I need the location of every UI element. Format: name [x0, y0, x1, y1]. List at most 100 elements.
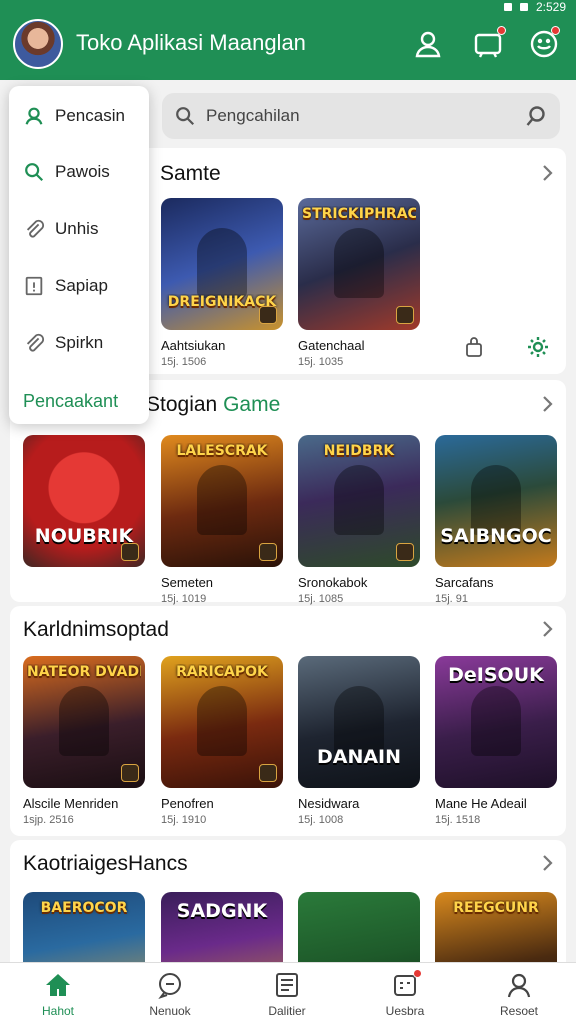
game-thumbnail: DeISOUK: [435, 656, 557, 788]
menu-footer-link[interactable]: Pencaakant: [23, 391, 118, 412]
chevron-right-icon[interactable]: [541, 164, 555, 182]
game-meta: 15j. 1019: [161, 593, 207, 605]
nav-item-calendar[interactable]: Uesbra: [355, 963, 455, 1024]
game-thumbnail: DREIGNIKACK: [161, 198, 283, 330]
person-outline-icon: [23, 105, 45, 127]
game-thumbnail: SADGNK: [161, 892, 283, 962]
game-thumbnail: NEIDBRK: [298, 435, 420, 567]
menu-item-label: Pawois: [55, 162, 110, 181]
menu-item-unhis[interactable]: Unhis: [9, 204, 149, 254]
notification-badge: [413, 969, 422, 978]
game-thumbnail: REEGCUNR: [435, 892, 557, 962]
menu-item-label: Unhis: [55, 219, 99, 238]
thumbnail-title: SADGNK: [176, 900, 268, 922]
game-name: Sarcafans: [435, 575, 494, 590]
nav-item-profile[interactable]: Resoet: [469, 963, 569, 1024]
nav-item-documents[interactable]: Dalitier: [237, 963, 337, 1024]
badge-icon: [259, 764, 277, 782]
menu-item-pencasin[interactable]: Pencasin: [9, 91, 149, 141]
game-card[interactable]: BAEROCOR: [23, 892, 145, 962]
badge-icon: [121, 764, 139, 782]
nav-label: Uesbra: [385, 1004, 425, 1018]
game-name: Aahtsiukan: [161, 338, 226, 353]
search-icon[interactable]: [524, 104, 548, 128]
section-title: Samte: [160, 162, 221, 185]
badge-icon: [396, 543, 414, 561]
section-title: Karldnimsoptad: [23, 618, 169, 641]
section-title: Stogian Game: [146, 393, 280, 417]
thumbnail-title: STRICKIPHRACK: [302, 206, 416, 222]
app-bar: 2:529 Toko Aplikasi Maanglan: [0, 0, 576, 80]
thumbnail-title: RARICAPOK: [176, 664, 268, 680]
thumbnail-title: DANAIN: [316, 746, 402, 768]
menu-item-label: Spirkn: [55, 333, 104, 352]
search-input[interactable]: [206, 106, 506, 126]
game-name: Semeten: [161, 575, 214, 590]
home-icon: [44, 971, 72, 999]
menu-item-pawois[interactable]: Pawois: [9, 147, 149, 197]
chevron-right-icon[interactable]: [541, 620, 555, 638]
section-title-text: Stogian: [146, 393, 218, 416]
game-meta: 15j. 91: [435, 593, 469, 605]
menu-item-label: Pencasin: [55, 106, 125, 125]
section-title-accent: Game: [223, 393, 281, 416]
game-thumbnail: [298, 892, 420, 962]
alert-box-icon: [23, 275, 45, 297]
game-thumbnail: BAEROCOR: [23, 892, 145, 962]
game-meta: 15j. 1518: [435, 814, 481, 826]
status-bar: 2:529: [503, 0, 566, 14]
nav-label: Dalitier: [268, 1004, 306, 1018]
game-name: Gatenchaal: [298, 338, 365, 353]
notification-badge: [551, 26, 560, 35]
search-icon: [174, 105, 196, 127]
chat-bubble-icon: [156, 971, 184, 999]
notification-badge: [497, 26, 506, 35]
avatar[interactable]: [13, 19, 63, 69]
document-icon: [273, 971, 301, 999]
chevron-right-icon[interactable]: [541, 854, 555, 872]
nav-item-messages[interactable]: Nenuok: [120, 963, 220, 1024]
paperclip-icon: [23, 218, 45, 240]
game-thumbnail: SAIBNGOC: [435, 435, 557, 567]
game-name: Penofren: [161, 796, 214, 811]
game-name: Sronokabok: [298, 575, 368, 590]
game-card[interactable]: SADGNK: [161, 892, 283, 962]
game-meta: 1sjp. 2516: [23, 814, 74, 826]
nav-item-home[interactable]: Hahot: [8, 963, 108, 1024]
bottom-navigation: Hahot Nenuok Dalitier Uesbra Resoet: [0, 962, 576, 1024]
paperclip-icon: [23, 332, 45, 354]
gear-icon[interactable]: [526, 335, 550, 359]
app-title: Toko Aplikasi Maanglan: [76, 30, 306, 55]
dropdown-menu: Pencasin Pawois Unhis Sapiap Spirkn Penc…: [9, 86, 149, 424]
game-meta: 15j. 1008: [298, 814, 344, 826]
inbox-icon[interactable]: [472, 26, 506, 60]
signal-icon: [503, 3, 512, 11]
thumbnail-title: DeISOUK: [448, 664, 544, 686]
badge-icon: [121, 543, 139, 561]
game-thumbnail: NATEOR DVADICUA: [23, 656, 145, 788]
smiley-icon[interactable]: [528, 26, 560, 60]
thumbnail-title: REEGCUNR: [453, 900, 539, 916]
search-icon: [23, 161, 45, 183]
game-thumbnail: LALESCRAK: [161, 435, 283, 567]
nav-label: Resoet: [499, 1004, 539, 1018]
badge-icon: [259, 306, 277, 324]
person-icon: [505, 971, 533, 999]
menu-item-sapiap[interactable]: Sapiap: [9, 261, 149, 311]
search-bar[interactable]: [162, 93, 560, 139]
game-meta: 15j. 1910: [161, 814, 207, 826]
bag-icon[interactable]: [462, 335, 486, 359]
game-meta: 15j. 1506: [161, 356, 207, 368]
menu-item-spirkn[interactable]: Spirkn: [9, 318, 149, 368]
game-thumbnail: NOUBRIK: [23, 435, 145, 567]
game-card[interactable]: REEGCUNR: [435, 892, 557, 962]
game-thumbnail: RARICAPOK: [161, 656, 283, 788]
profile-icon[interactable]: [412, 28, 444, 60]
game-card[interactable]: [298, 892, 420, 962]
game-meta: 15j. 1085: [298, 593, 344, 605]
nav-label: Hahot: [41, 1004, 75, 1018]
battery-icon: [519, 3, 528, 11]
chevron-right-icon[interactable]: [541, 395, 555, 413]
badge-icon: [259, 543, 277, 561]
menu-item-label: Sapiap: [55, 276, 108, 295]
